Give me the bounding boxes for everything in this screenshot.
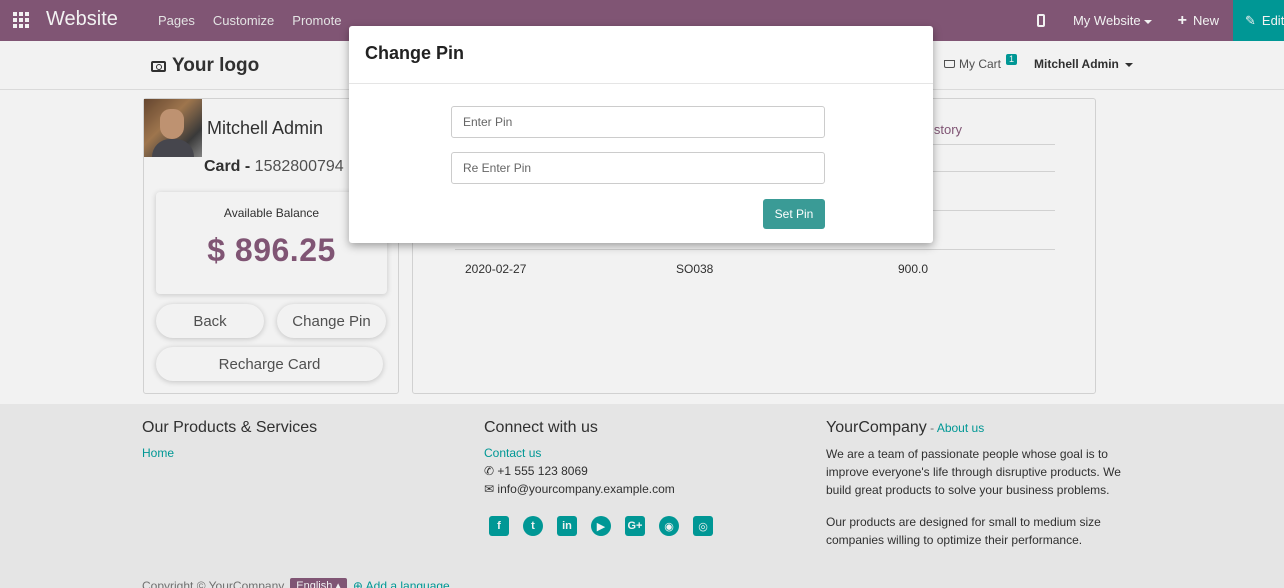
re-enter-pin-input[interactable] [451, 152, 825, 184]
change-pin-modal: Change Pin Set Pin [349, 26, 933, 243]
set-pin-button[interactable]: Set Pin [763, 199, 825, 229]
enter-pin-input[interactable] [451, 106, 825, 138]
modal-header: Change Pin [349, 26, 933, 84]
modal-title: Change Pin [365, 43, 465, 63]
